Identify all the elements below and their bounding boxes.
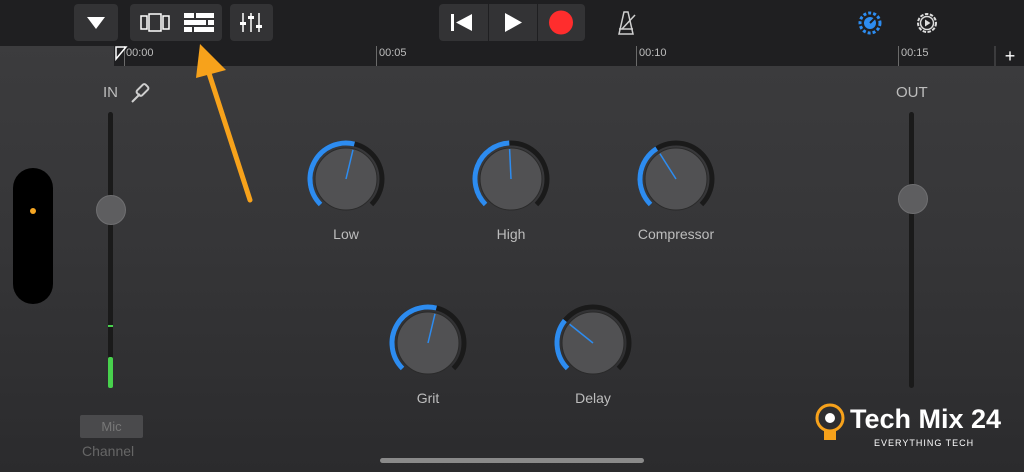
annotation-arrow-icon [196, 44, 253, 203]
ruler-marker: 00:15 [901, 47, 929, 59]
mixer-controls-button[interactable] [230, 4, 273, 41]
mic-button[interactable]: Mic [80, 415, 143, 438]
sliders-icon [240, 13, 262, 32]
knob-label: Compressor [637, 226, 715, 242]
ruler-marker: 00:10 [639, 47, 667, 59]
knob-high[interactable] [466, 134, 556, 224]
ruler-marker: 00:00 [126, 47, 154, 59]
record-icon [549, 10, 573, 35]
skip-back-icon [451, 14, 472, 31]
lightbulb-logo-icon [815, 403, 845, 440]
channel-label: Channel [82, 443, 135, 459]
metronome-button[interactable] [605, 6, 647, 40]
settings-button[interactable] [909, 6, 945, 40]
metronome-icon [618, 11, 636, 35]
tracks-list-icon [184, 13, 214, 32]
output-volume-slider[interactable] [898, 183, 928, 214]
input-label: IN [103, 84, 118, 101]
side-panel-handle[interactable] [13, 168, 53, 304]
input-level-meter [108, 356, 113, 388]
view-toggle-group [130, 4, 222, 41]
knob-label: Delay [575, 390, 611, 406]
ruler-marker: 00:05 [379, 47, 407, 59]
record-button[interactable] [537, 4, 585, 41]
home-indicator[interactable] [380, 458, 644, 463]
browser-dropdown-button[interactable] [74, 4, 118, 41]
view-tracks-list-button[interactable] [176, 4, 222, 41]
blue-knob-icon [858, 11, 882, 35]
knob-grit[interactable] [383, 298, 473, 388]
output-level-track [909, 112, 914, 388]
watermark: Tech Mix 24 EVERYTHING TECH [812, 398, 1002, 454]
input-level-track [108, 112, 113, 388]
knob-compressor[interactable] [631, 134, 721, 224]
play-button[interactable] [488, 4, 538, 41]
input-settings-icon[interactable] [128, 80, 152, 106]
view-tracks-button[interactable] [130, 4, 176, 41]
input-gain-slider[interactable] [96, 194, 126, 225]
master-volume-knob-button[interactable] [852, 6, 888, 40]
watermark-brand: Tech Mix 24 [850, 404, 1002, 434]
gear-icon [917, 13, 937, 33]
transport-group [439, 4, 585, 41]
input-peak-marker [108, 324, 113, 327]
play-icon [505, 13, 522, 32]
tracks-view-icon [140, 13, 170, 32]
knob-label: Grit [416, 390, 440, 406]
add-section-button[interactable]: + [996, 46, 1024, 66]
playhead-icon[interactable] [112, 46, 128, 68]
knob-delay[interactable] [548, 298, 638, 388]
knob-label: High [496, 226, 526, 242]
top-toolbar [0, 0, 1024, 46]
go-to-beginning-button[interactable] [439, 4, 487, 41]
knob-low[interactable] [301, 134, 391, 224]
watermark-tagline: EVERYTHING TECH [874, 438, 975, 448]
triangle-down-icon [87, 17, 105, 29]
output-label: OUT [896, 84, 928, 101]
knob-label: Low [333, 226, 359, 242]
handle-dot [30, 208, 36, 214]
